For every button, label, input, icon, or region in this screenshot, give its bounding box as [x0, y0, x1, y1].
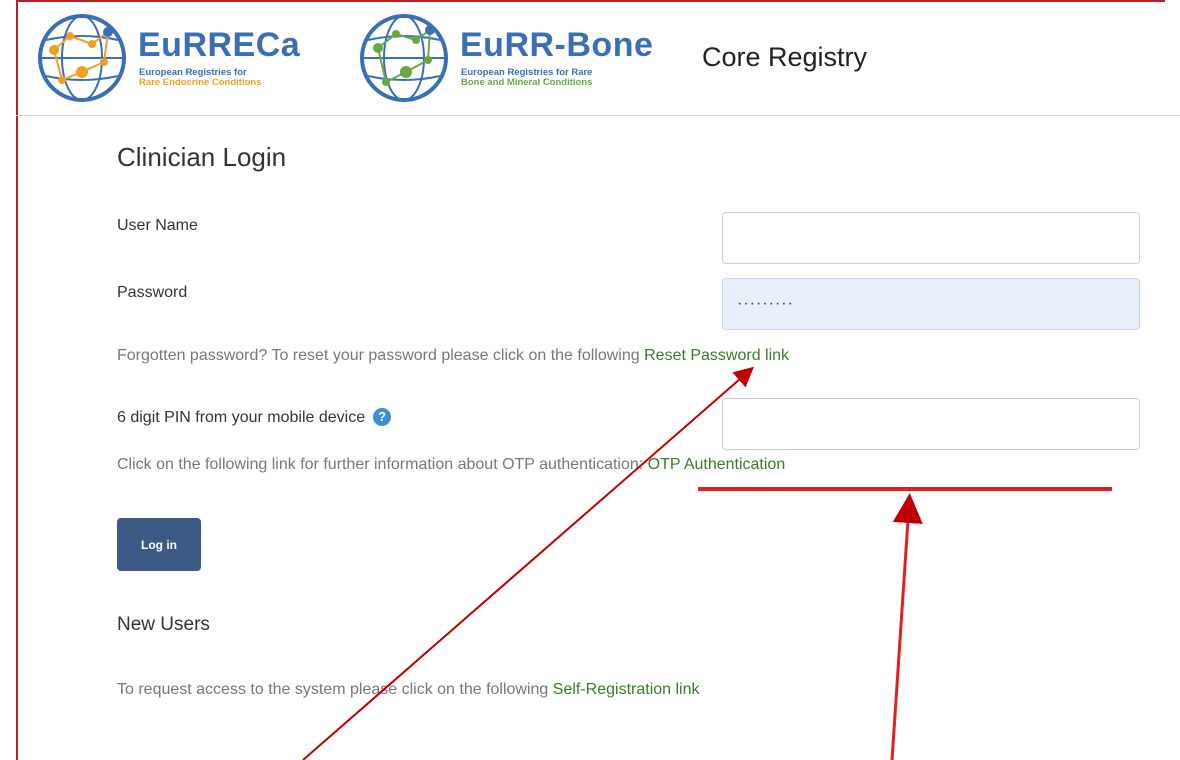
eurreca-logo-subtitle: European Registries for Rare Endocrine C…	[139, 68, 261, 88]
help-icon[interactable]: ?	[373, 408, 392, 426]
otp-authentication-link[interactable]: OTP Authentication	[648, 456, 786, 473]
username-input[interactable]	[722, 212, 1140, 264]
new-users-heading: New Users	[117, 614, 210, 635]
forgot-password-text: Forgotten password? To reset your passwo…	[117, 347, 789, 365]
eurr-bone-logo[interactable]: EuRR-Bone European Registries for Rare B…	[356, 10, 656, 106]
page-title: Clinician Login	[117, 142, 287, 172]
reset-password-link[interactable]: Reset Password link	[644, 347, 789, 364]
eurr-bone-subtitle-line2: Bone and Mineral Conditions	[461, 77, 593, 88]
eurreca-logo[interactable]: EuRRECa European Registries for Rare End…	[34, 10, 334, 106]
password-label: Password	[117, 284, 188, 301]
pin-label: 6 digit PIN from your mobile device	[117, 409, 366, 426]
self-registration-link[interactable]: Self-Registration link	[553, 681, 700, 698]
pin-label-row: 6 digit PIN from your mobile device?	[117, 408, 392, 427]
login-button[interactable]: Log in	[117, 518, 201, 571]
eurr-bone-logo-subtitle: European Registries for Rare Bone and Mi…	[461, 68, 592, 88]
self-registration-text: To request access to the system please c…	[117, 681, 700, 699]
registry-title: Core Registry	[702, 42, 868, 72]
pin-input[interactable]	[722, 398, 1140, 450]
otp-info-prompt: Click on the following link for further …	[117, 456, 644, 473]
username-label: User Name	[117, 217, 198, 234]
otp-info-text: Click on the following link for further …	[117, 456, 785, 474]
site-header: EuRRECa European Registries for Rare End…	[16, 0, 1180, 116]
globe-network-icon	[38, 14, 126, 102]
self-registration-prompt: To request access to the system please c…	[117, 681, 549, 698]
globe-network-icon	[360, 14, 448, 102]
eurr-bone-logo-title: EuRR-Bone	[460, 26, 654, 64]
eurreca-logo-title: EuRRECa	[138, 26, 301, 64]
eurreca-subtitle-line2: Rare Endocrine Conditions	[139, 77, 262, 88]
forgot-password-prompt: Forgotten password? To reset your passwo…	[117, 347, 640, 364]
password-input[interactable]	[722, 278, 1140, 330]
